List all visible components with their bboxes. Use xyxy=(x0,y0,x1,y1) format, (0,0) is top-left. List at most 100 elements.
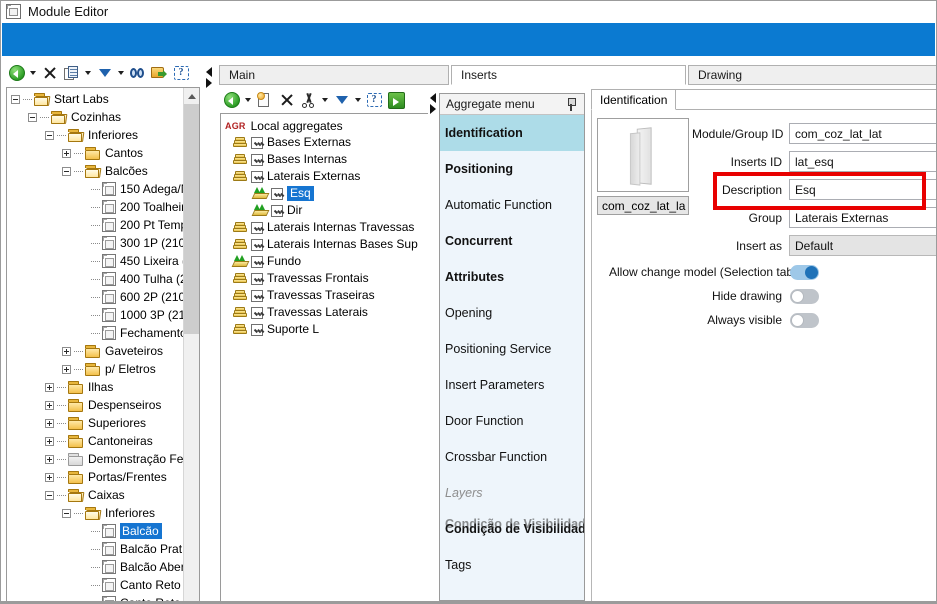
expand-icon[interactable] xyxy=(62,364,71,374)
tree-item[interactable]: Fechamento xyxy=(7,324,185,342)
expand-icon[interactable] xyxy=(62,148,71,158)
expand-icon[interactable] xyxy=(45,400,54,410)
aggregate-checkbox[interactable] xyxy=(251,272,263,285)
expand-icon[interactable] xyxy=(45,382,54,392)
tree-item[interactable]: 200 Toalheir xyxy=(7,198,185,216)
tree-item[interactable]: Demonstração Feira xyxy=(7,450,185,468)
copy-button[interactable] xyxy=(61,63,82,84)
tree-item[interactable]: 450 Lixeira ( xyxy=(7,252,185,270)
left-splitter[interactable] xyxy=(204,59,215,603)
aggregate-item[interactable]: Esq xyxy=(221,185,430,202)
scroll-thumb[interactable] xyxy=(184,104,199,334)
tab-inserts[interactable]: Inserts xyxy=(451,65,686,85)
aggregate-checkbox[interactable] xyxy=(251,255,263,268)
delete-button[interactable] xyxy=(39,63,60,84)
tree-item[interactable]: Canto Reto xyxy=(7,576,185,594)
aggregate-item[interactable]: Laterais Internas Bases Sup xyxy=(221,236,430,253)
move-down-button[interactable] xyxy=(331,90,352,111)
aggregate-item[interactable]: Dir xyxy=(221,202,430,219)
aggregate-checkbox[interactable] xyxy=(251,153,263,166)
tree-item[interactable]: 1000 3P (211 xyxy=(7,306,185,324)
tree-item[interactable]: Cantoneiras xyxy=(7,432,185,450)
menu-item-insert-parameters[interactable]: Insert Parameters xyxy=(440,367,584,403)
tree-item[interactable]: p/ Eletros xyxy=(7,360,185,378)
toggle-switch[interactable] xyxy=(790,288,819,304)
tree-item[interactable]: Balcão xyxy=(7,522,185,540)
expand-icon[interactable] xyxy=(45,418,54,428)
move-down-button[interactable] xyxy=(94,63,115,84)
tree-item[interactable]: Inferiores xyxy=(7,504,185,522)
scroll-up-button[interactable] xyxy=(184,88,199,104)
aggregate-checkbox[interactable] xyxy=(271,187,283,200)
aggregate-item[interactable]: Travessas Frontais xyxy=(221,270,430,287)
aggregate-checkbox[interactable] xyxy=(271,204,283,217)
back-dropdown[interactable] xyxy=(243,90,253,111)
collapse-icon[interactable] xyxy=(62,166,71,176)
pin-icon[interactable] xyxy=(566,97,577,111)
new-document-icon[interactable] xyxy=(254,90,275,111)
mid-splitter[interactable] xyxy=(428,87,439,603)
tree-item[interactable]: Balcão Aber xyxy=(7,558,185,576)
tree-item[interactable]: 200 Pt Temp xyxy=(7,216,185,234)
menu-item-automatic-function[interactable]: Automatic Function xyxy=(440,187,584,223)
tree-item[interactable]: Cantos xyxy=(7,144,185,162)
aggregate-checkbox[interactable] xyxy=(251,221,263,234)
back-button[interactable] xyxy=(221,90,242,111)
collapse-icon[interactable] xyxy=(28,112,37,122)
aggregate-item[interactable]: Laterais Externas xyxy=(221,168,430,185)
menu-item-positioning[interactable]: Positioning xyxy=(440,151,584,187)
tree-item[interactable]: 400 Tulha (2 xyxy=(7,270,185,288)
tree-item[interactable]: 150 Adega/N xyxy=(7,180,185,198)
collapse-icon[interactable] xyxy=(11,94,20,104)
library-tree[interactable]: Start Labs Cozinhas Inferiores Cantos Balcõe… xyxy=(6,87,200,603)
aggregate-checkbox[interactable] xyxy=(251,238,263,251)
aggregate-item[interactable]: Fundo xyxy=(221,253,430,270)
toggle-switch[interactable] xyxy=(790,312,819,328)
back-button[interactable] xyxy=(6,63,27,84)
collapse-icon[interactable] xyxy=(45,130,54,140)
dashed-question-icon[interactable]: ? xyxy=(364,90,385,111)
menu-item-tags[interactable]: Tags xyxy=(440,547,584,583)
menu-item-opening[interactable]: Opening xyxy=(440,295,584,331)
tree-item[interactable]: Balcões xyxy=(7,162,185,180)
tree-item[interactable]: 600 2P (2107 xyxy=(7,288,185,306)
tab-main[interactable]: Main xyxy=(219,65,449,85)
tree-item[interactable]: Start Labs xyxy=(7,90,185,108)
field-input[interactable]: Laterais Externas xyxy=(789,207,936,228)
tree-item[interactable]: Portas/Frentes xyxy=(7,468,185,486)
toggle-switch[interactable] xyxy=(790,264,819,280)
dashed-question-icon[interactable]: ? xyxy=(171,63,192,84)
green-forward-arrow-icon[interactable] xyxy=(386,90,407,111)
menu-item-crossbar-function[interactable]: Crossbar Function xyxy=(440,439,584,475)
copy-dropdown[interactable] xyxy=(83,63,93,84)
field-input[interactable]: Esq xyxy=(789,179,936,200)
menu-item-attributes[interactable]: Attributes xyxy=(440,259,584,295)
tree-item[interactable]: Inferiores xyxy=(7,126,185,144)
back-dropdown[interactable] xyxy=(28,63,38,84)
move-down-dropdown[interactable] xyxy=(116,63,126,84)
aggregate-checkbox[interactable] xyxy=(251,136,263,149)
expand-icon[interactable] xyxy=(62,346,71,356)
tree-item[interactable]: Cozinhas xyxy=(7,108,185,126)
aggregate-checkbox[interactable] xyxy=(251,289,263,302)
tab-identification[interactable]: Identification xyxy=(591,89,677,110)
field-input[interactable]: com_coz_lat_lat xyxy=(789,123,936,144)
folder-export-icon[interactable] xyxy=(149,63,170,84)
aggregate-item[interactable]: Travessas Traseiras xyxy=(221,287,430,304)
aggregate-item[interactable]: Bases Internas xyxy=(221,151,430,168)
tree-item[interactable]: Ilhas xyxy=(7,378,185,396)
tab-drawing[interactable]: Drawing xyxy=(688,65,936,85)
scissors-icon[interactable] xyxy=(298,90,319,111)
aggregate-checkbox[interactable] xyxy=(251,170,263,183)
binoculars-icon[interactable] xyxy=(127,63,148,84)
aggregates-tree[interactable]: AGR Local aggregates Bases Externas Bases… xyxy=(220,113,431,602)
expand-icon[interactable] xyxy=(45,472,54,482)
menu-item-concurrent[interactable]: Concurrent xyxy=(440,223,584,259)
field-input[interactable]: lat_esq xyxy=(789,151,936,172)
tree-item[interactable]: Caixas xyxy=(7,486,185,504)
aggregate-checkbox[interactable] xyxy=(251,323,263,336)
delete-button[interactable] xyxy=(276,90,297,111)
aggregate-checkbox[interactable] xyxy=(251,306,263,319)
aggregate-item[interactable]: Suporte L xyxy=(221,321,430,338)
tree-item[interactable]: Balcão Prat xyxy=(7,540,185,558)
